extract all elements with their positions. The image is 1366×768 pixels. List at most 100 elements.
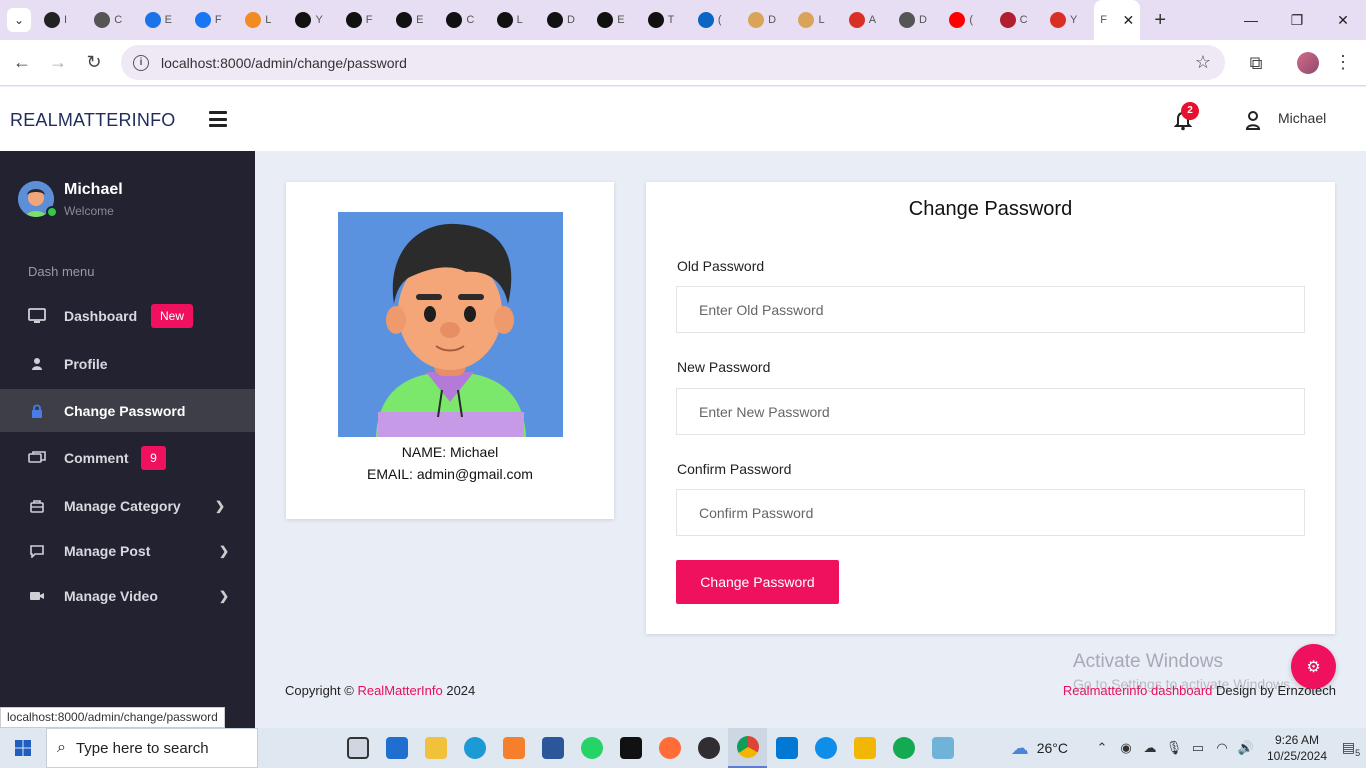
sidebar-item-manage-post[interactable]: Manage Post ❯ — [0, 529, 255, 572]
site-info-icon[interactable]: i — [133, 54, 149, 71]
notification-center-icon[interactable]: ▤5 — [1336, 739, 1366, 758]
minimize-button[interactable]: — — [1228, 0, 1274, 40]
browser-tab[interactable]: Y — [1044, 0, 1094, 40]
browser-tab[interactable]: C — [994, 0, 1044, 40]
microphone-icon[interactable]: 🎙 — [1162, 740, 1186, 756]
chrome-icon[interactable] — [728, 728, 767, 768]
browser-tab[interactable]: F — [189, 0, 239, 40]
header-user-name[interactable]: Michael — [1278, 110, 1326, 126]
cloud-icon[interactable]: ☁ — [1138, 740, 1162, 756]
browser-menu-icon[interactable]: ⋮ — [1334, 52, 1352, 73]
sidebar-item-profile[interactable]: Profile — [0, 342, 255, 385]
temperature[interactable]: 26°C — [1037, 740, 1068, 756]
url-text[interactable]: localhost:8000/admin/change/password — [161, 55, 407, 71]
browser-tab[interactable]: C — [88, 0, 138, 40]
browser-tab[interactable]: T — [642, 0, 692, 40]
browser-tab[interactable]: L — [239, 0, 289, 40]
new-password-label: New Password — [677, 359, 771, 375]
menu-toggle-icon[interactable] — [209, 111, 227, 127]
obs-icon[interactable] — [689, 728, 728, 768]
extensions-icon[interactable]: ⧉ — [1240, 46, 1272, 80]
sidebar-item-manage-category[interactable]: Manage Category ❯ — [0, 484, 255, 527]
task-view-icon[interactable] — [338, 728, 377, 768]
settings-fab[interactable]: ⚙ — [1291, 644, 1336, 689]
user-icon[interactable] — [1245, 110, 1261, 130]
close-window-button[interactable]: ✕ — [1320, 0, 1366, 40]
forward-button[interactable]: → — [40, 45, 76, 81]
browser-tab[interactable]: E — [139, 0, 189, 40]
browser-tab[interactable]: ( — [943, 0, 993, 40]
store-icon[interactable] — [845, 728, 884, 768]
vscode-icon[interactable] — [767, 728, 806, 768]
gear-icon: ⚙ — [1306, 658, 1321, 676]
brand-logo[interactable]: REALMATTERINFO — [10, 110, 175, 131]
online-status-dot — [46, 206, 58, 218]
browser-tab[interactable]: L — [792, 0, 842, 40]
windows-start-button[interactable] — [0, 728, 46, 768]
tab-favicon-icon — [798, 12, 815, 28]
teamviewer-icon[interactable] — [806, 728, 845, 768]
weather-icon[interactable]: ☁ — [1003, 738, 1037, 759]
tab-title: I — [64, 14, 68, 26]
sidebar-item-comment[interactable]: Comment 9 — [0, 436, 255, 479]
tab-favicon-icon — [295, 12, 312, 28]
profile-email: EMAIL: admin@gmail.com — [367, 466, 533, 482]
profile-name: NAME: Michael — [401, 444, 499, 460]
tab-favicon-icon — [194, 12, 211, 28]
postman-icon[interactable] — [650, 728, 689, 768]
video-icon — [28, 588, 46, 604]
browser-tab-active[interactable]: F ✕ — [1094, 0, 1141, 40]
url-bar[interactable]: i localhost:8000/admin/change/password ☆ — [121, 45, 1225, 80]
edge-icon[interactable] — [455, 728, 494, 768]
camera-icon[interactable]: ◉ — [1114, 740, 1138, 756]
bookmark-star-icon[interactable]: ☆ — [1195, 52, 1211, 73]
browser-tab[interactable]: F — [340, 0, 390, 40]
mail-icon[interactable] — [377, 728, 416, 768]
sidebar-item-dashboard[interactable]: Dashboard New — [0, 294, 255, 337]
browser-tab[interactable]: D — [742, 0, 792, 40]
restore-button[interactable]: ❐ — [1274, 0, 1320, 40]
browser-tab[interactable]: E — [390, 0, 440, 40]
browser-tab[interactable]: A — [843, 0, 893, 40]
browser-tab[interactable]: Y — [289, 0, 339, 40]
xampp-icon[interactable] — [494, 728, 533, 768]
new-password-input[interactable] — [676, 388, 1305, 435]
site-link[interactable]: RealMatterInfo — [357, 683, 442, 698]
back-button[interactable]: ← — [4, 45, 40, 81]
sidebar-item-manage-video[interactable]: Manage Video ❯ — [0, 574, 255, 617]
change-password-button[interactable]: Change Password — [676, 560, 839, 604]
dashboard-link[interactable]: Realmatterinfo dashboard — [1063, 683, 1213, 698]
monitor-icon — [28, 307, 46, 324]
chevron-up-icon[interactable]: ⌃ — [1090, 740, 1114, 756]
battery-icon[interactable]: ▭ — [1186, 740, 1210, 756]
wifi-icon[interactable]: ◠ — [1210, 740, 1234, 756]
clock[interactable]: 9:26 AM 10/25/2024 — [1258, 732, 1336, 764]
close-icon[interactable]: ✕ — [1123, 12, 1135, 29]
whatsapp-icon[interactable] — [572, 728, 611, 768]
browser-tab[interactable]: ( — [692, 0, 742, 40]
word-icon[interactable] — [533, 728, 572, 768]
browser-tab[interactable]: D — [893, 0, 943, 40]
browser-tab[interactable]: E — [591, 0, 641, 40]
taskbar-search-box[interactable]: ⌕ Type here to search — [46, 728, 258, 768]
reload-button[interactable]: ↻ — [76, 45, 112, 81]
file-explorer-icon[interactable] — [416, 728, 455, 768]
mongodb-icon[interactable] — [884, 728, 923, 768]
browser-profile-avatar[interactable] — [1297, 52, 1319, 74]
browser-tab[interactable]: C — [440, 0, 490, 40]
confirm-password-label: Confirm Password — [677, 461, 792, 477]
sidebar-item-change-password[interactable]: Change Password — [0, 389, 255, 432]
new-badge: New — [151, 303, 193, 328]
browser-tab[interactable]: L — [491, 0, 541, 40]
old-password-input[interactable] — [676, 286, 1305, 333]
browser-tab[interactable]: I — [38, 0, 88, 40]
tab-favicon-icon — [446, 12, 463, 28]
new-tab-button[interactable]: + — [1140, 0, 1180, 40]
confirm-password-input[interactable] — [676, 489, 1305, 536]
tab-title: L — [818, 14, 825, 26]
volume-icon[interactable]: 🔊 — [1234, 740, 1258, 756]
browser-tab[interactable]: D — [541, 0, 591, 40]
notes-icon[interactable] — [923, 728, 962, 768]
tab-search-button[interactable]: ⌄ — [0, 0, 38, 40]
capcut-icon[interactable] — [611, 728, 650, 768]
